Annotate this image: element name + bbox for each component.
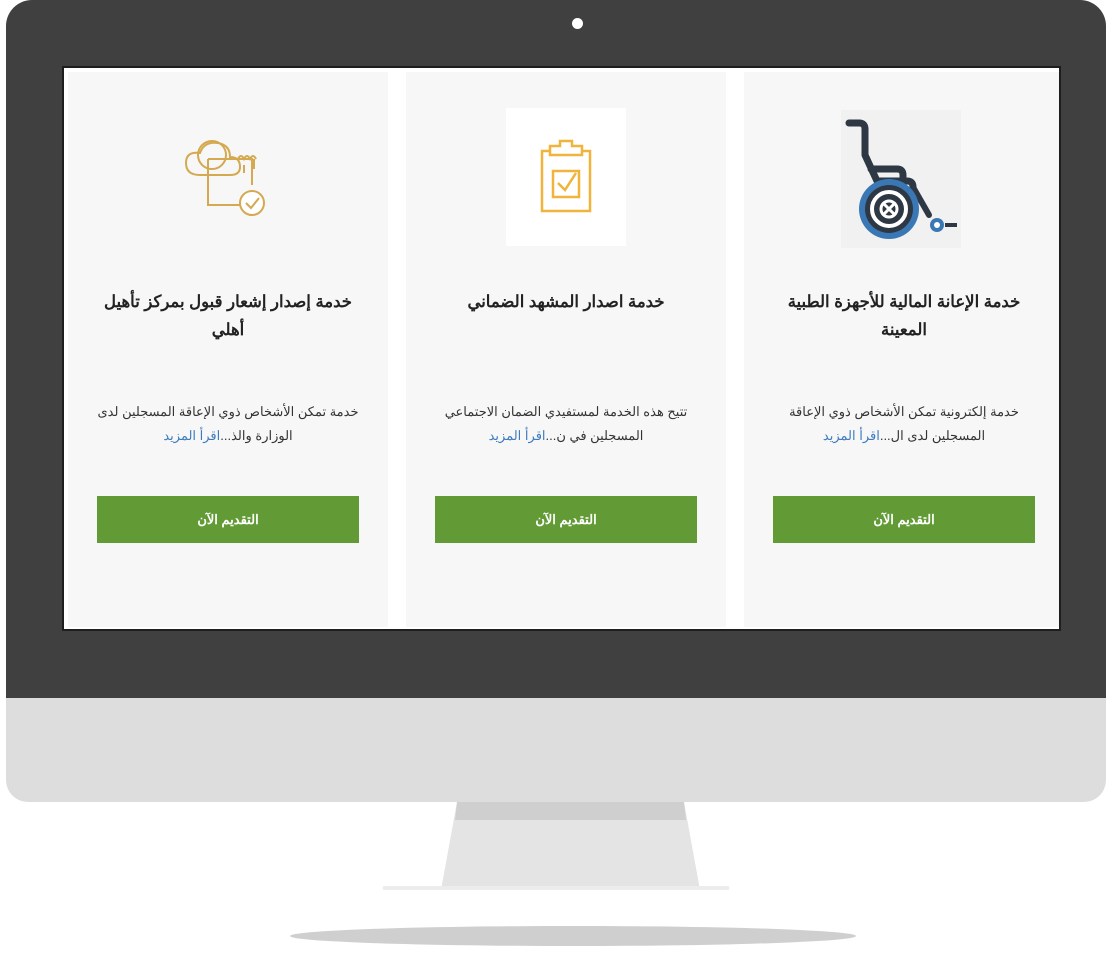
service-card-social-security-certificate: خدمة اصدار المشهد الضماني تتيح هذه الخدم… xyxy=(406,72,726,627)
card-description: خدمة تمكن الأشخاص ذوي الإعاقة المسجلين ل… xyxy=(88,400,368,448)
card-description: خدمة إلكترونية تمكن الأشخاص ذوي الإعاقة … xyxy=(764,400,1044,448)
service-card-rehab-center-admission: خدمة إصدار إشعار قبول بمركز تأهيل أهلي خ… xyxy=(68,72,388,627)
apply-now-button[interactable]: التقديم الآن xyxy=(435,496,697,543)
icon-box xyxy=(168,108,288,246)
card-title: خدمة الإعانة المالية للأجهزة الطبية المع… xyxy=(787,293,1021,339)
card-title: خدمة اصدار المشهد الضماني xyxy=(467,293,665,311)
clipboard-check-icon xyxy=(540,139,592,213)
card-description: تتيح هذه الخدمة لمستفيدي الضمان الاجتماع… xyxy=(426,400,706,448)
read-more-link[interactable]: اقرأ المزيد xyxy=(823,428,880,443)
icon-box xyxy=(841,110,961,248)
camera-dot xyxy=(572,18,583,29)
service-card-medical-devices: خدمة الإعانة المالية للأجهزة الطبية المع… xyxy=(744,72,1059,627)
apply-now-button[interactable]: التقديم الآن xyxy=(97,496,359,543)
apply-now-button[interactable]: التقديم الآن xyxy=(773,496,1035,543)
description-text: تتيح هذه الخدمة لمستفيدي الضمان الاجتماع… xyxy=(444,404,688,443)
stand-shadow xyxy=(290,926,856,946)
icon-box xyxy=(506,108,626,246)
read-more-link[interactable]: اقرأ المزيد xyxy=(489,428,546,443)
card-title: خدمة إصدار إشعار قبول بمركز تأهيل أهلي xyxy=(103,293,352,339)
cloud-document-check-icon xyxy=(184,140,265,216)
monitor-stand xyxy=(383,802,729,890)
description-text: خدمة تمكن الأشخاص ذوي الإعاقة المسجلين ل… xyxy=(97,404,359,443)
wheelchair-icon xyxy=(845,119,957,239)
screen: خدمة الإعانة المالية للأجهزة الطبية المع… xyxy=(62,66,1061,631)
read-more-link[interactable]: اقرأ المزيد xyxy=(163,428,220,443)
monitor-chin xyxy=(6,698,1106,802)
